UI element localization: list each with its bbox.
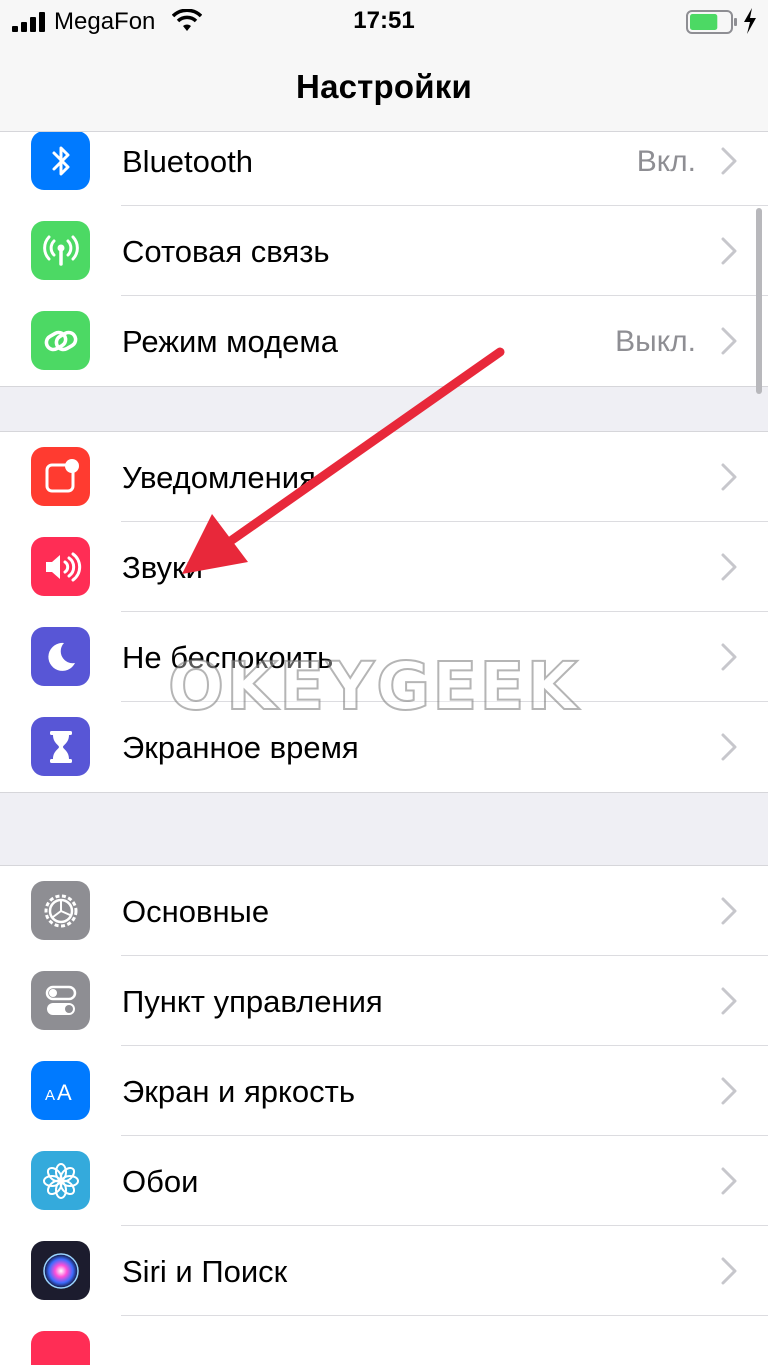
settings-row-label: Сотовая связь <box>122 234 330 269</box>
settings-row-siri-search[interactable]: Siri и Поиск <box>0 1226 768 1316</box>
settings-row-label: Пункт управления <box>122 984 383 1019</box>
settings-row-hotspot[interactable]: Режим модема Выкл. <box>0 296 768 386</box>
hotspot-chain-icon <box>31 311 90 370</box>
chevron-right-icon <box>721 237 737 265</box>
settings-row-cellular[interactable]: Сотовая связь <box>0 206 768 296</box>
charging-bolt-icon <box>744 8 756 34</box>
settings-row-control-center[interactable]: Пункт управления <box>0 956 768 1046</box>
settings-group-connectivity: Bluetooth Вкл. Сотовая связь Режим модем… <box>0 131 768 387</box>
settings-row-label: Уведомления <box>122 460 316 495</box>
settings-group-general: Основные Пункт управления A A Экран и яр… <box>0 865 768 1365</box>
settings-row-notifications[interactable]: Уведомления <box>0 432 768 522</box>
settings-row-display-brightness[interactable]: A A Экран и яркость <box>0 1046 768 1136</box>
settings-row-general[interactable]: Основные <box>0 866 768 956</box>
settings-row-value: Вкл. <box>636 145 696 178</box>
chevron-right-icon <box>721 147 737 175</box>
text-size-icon: A A <box>31 1061 90 1120</box>
chevron-right-icon <box>721 1257 737 1285</box>
moon-icon <box>31 627 90 686</box>
settings-row-label: Звуки <box>122 550 203 585</box>
settings-row-value: Выкл. <box>615 325 696 358</box>
settings-list: Bluetooth Вкл. Сотовая связь Режим модем… <box>0 131 768 1365</box>
battery-icon <box>686 10 737 34</box>
page-title: Настройки <box>296 68 472 105</box>
settings-row-label: Обои <box>122 1164 199 1199</box>
hourglass-icon <box>31 717 90 776</box>
chevron-right-icon <box>721 327 737 355</box>
settings-row-partial[interactable] <box>0 1316 768 1365</box>
bluetooth-icon <box>31 131 90 190</box>
chevron-right-icon <box>721 733 737 761</box>
settings-row-do-not-disturb[interactable]: Не беспокоить <box>0 612 768 702</box>
settings-row-screen-time[interactable]: Экранное время <box>0 702 768 792</box>
siri-icon <box>31 1241 90 1300</box>
status-bar: MegaFon 17:51 <box>0 0 768 44</box>
settings-group-notifications: Уведомления Звуки Не беспокоить Экранное… <box>0 431 768 793</box>
settings-row-sounds[interactable]: Звуки <box>0 522 768 612</box>
cellular-antenna-icon <box>31 221 90 280</box>
settings-row-bluetooth[interactable]: Bluetooth Вкл. <box>0 131 768 206</box>
gear-icon <box>31 881 90 940</box>
chevron-right-icon <box>721 897 737 925</box>
settings-row-label: Основные <box>122 894 270 929</box>
chevron-right-icon <box>721 463 737 491</box>
settings-row-label: Не беспокоить <box>122 640 334 675</box>
clock: 17:51 <box>353 7 415 34</box>
settings-row-label: Bluetooth <box>122 144 253 179</box>
chevron-right-icon <box>721 1167 737 1195</box>
speaker-icon <box>31 537 90 596</box>
navigation-header: MegaFon 17:51 Настройки <box>0 0 768 132</box>
chevron-right-icon <box>721 1077 737 1105</box>
chevron-right-icon <box>721 553 737 581</box>
chevron-right-icon <box>721 643 737 671</box>
settings-row-label: Экран и яркость <box>122 1074 356 1109</box>
settings-row-label: Siri и Поиск <box>122 1254 288 1289</box>
partial-app-icon <box>31 1331 90 1365</box>
notifications-icon <box>31 447 90 506</box>
flower-icon <box>31 1151 90 1210</box>
toggles-icon <box>31 971 90 1030</box>
scroll-indicator[interactable] <box>756 208 762 394</box>
settings-row-wallpaper[interactable]: Обои <box>0 1136 768 1226</box>
settings-row-label: Режим модема <box>122 324 338 359</box>
svg-text:A: A <box>45 1087 55 1104</box>
chevron-right-icon <box>721 987 737 1015</box>
settings-row-label: Экранное время <box>122 730 359 765</box>
svg-text:A: A <box>57 1080 72 1105</box>
